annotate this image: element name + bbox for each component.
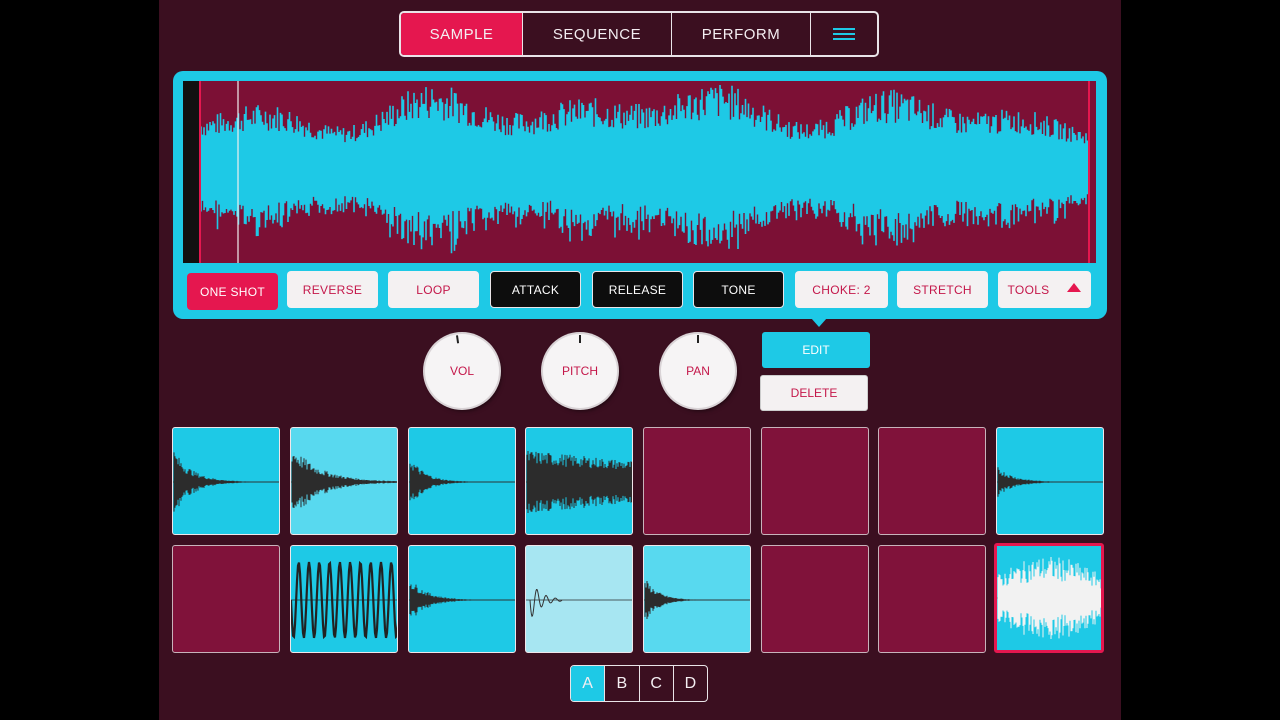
pad-16-selected[interactable] bbox=[994, 543, 1104, 653]
loop-button[interactable]: LOOP bbox=[388, 271, 479, 308]
pad-10[interactable] bbox=[290, 545, 398, 653]
pad-6[interactable] bbox=[761, 427, 869, 535]
waveform-graphic bbox=[183, 81, 1090, 263]
menu-button[interactable] bbox=[811, 13, 877, 55]
knob-indicator bbox=[455, 335, 460, 344]
pad-waveform bbox=[526, 451, 632, 513]
tone-button[interactable]: TONE bbox=[693, 271, 784, 308]
tools-button[interactable]: TOOLS bbox=[998, 271, 1091, 308]
stretch-button[interactable]: STRETCH bbox=[897, 271, 988, 308]
edit-button[interactable]: EDIT bbox=[762, 332, 870, 368]
pad-12[interactable] bbox=[525, 545, 633, 653]
pad-4[interactable] bbox=[525, 427, 633, 535]
pad-waveform bbox=[997, 557, 1101, 639]
pad-3[interactable] bbox=[408, 427, 516, 535]
pad-5[interactable] bbox=[643, 427, 751, 535]
waveform-path bbox=[200, 85, 1089, 254]
knob-indicator bbox=[579, 335, 581, 343]
triangle-up-icon bbox=[1067, 283, 1082, 292]
pad-13[interactable] bbox=[643, 545, 751, 653]
pad-1[interactable] bbox=[172, 427, 280, 535]
tab-sample[interactable]: SAMPLE bbox=[401, 13, 523, 55]
app-window: SAMPLE SEQUENCE PERFORM ONE SHOT REVERSE… bbox=[159, 0, 1121, 720]
one-shot-button[interactable]: ONE SHOT bbox=[187, 273, 278, 310]
knob-label-pitch: PITCH bbox=[562, 364, 598, 378]
pad-waveform bbox=[529, 589, 563, 618]
pad-waveform bbox=[409, 584, 515, 616]
pan-knob[interactable]: PAN bbox=[661, 334, 735, 408]
pad-7[interactable] bbox=[878, 427, 986, 535]
trim-start-marker bbox=[199, 81, 201, 263]
release-button[interactable]: RELEASE bbox=[592, 271, 683, 308]
knob-label-vol: VOL bbox=[449, 364, 474, 378]
tools-label: TOOLS bbox=[1007, 282, 1050, 297]
popover-arrow bbox=[811, 318, 827, 327]
pad-9[interactable] bbox=[172, 545, 280, 653]
pad-waveform bbox=[173, 452, 279, 512]
pad-bank-selector: A B C D bbox=[570, 665, 708, 702]
hamburger-menu-icon bbox=[833, 25, 855, 43]
delete-button[interactable]: DELETE bbox=[760, 375, 868, 411]
pad-waveform bbox=[409, 463, 515, 501]
volume-knob[interactable]: VOL bbox=[425, 334, 499, 408]
knob-indicator bbox=[697, 335, 699, 343]
tab-sequence[interactable]: SEQUENCE bbox=[523, 13, 672, 55]
sample-waveform[interactable] bbox=[183, 81, 1096, 263]
bank-c-button[interactable]: C bbox=[640, 666, 674, 701]
mode-tab-bar: SAMPLE SEQUENCE PERFORM bbox=[399, 11, 879, 57]
pad-waveform bbox=[644, 581, 750, 619]
pad-waveform bbox=[997, 467, 1103, 497]
pad-8[interactable] bbox=[996, 427, 1104, 535]
pad-waveform bbox=[291, 456, 397, 508]
trim-start-region bbox=[183, 81, 199, 263]
pad-15[interactable] bbox=[878, 545, 986, 653]
pad-2[interactable] bbox=[290, 427, 398, 535]
pitch-knob[interactable]: PITCH bbox=[543, 334, 617, 408]
knob-label-pan: PAN bbox=[686, 364, 710, 378]
attack-button[interactable]: ATTACK bbox=[490, 271, 581, 308]
pad-14[interactable] bbox=[761, 545, 869, 653]
pad-11[interactable] bbox=[408, 545, 516, 653]
bank-d-button[interactable]: D bbox=[674, 666, 707, 701]
bank-b-button[interactable]: B bbox=[605, 666, 640, 701]
bank-a-button[interactable]: A bbox=[571, 666, 606, 701]
tab-perform[interactable]: PERFORM bbox=[672, 13, 811, 55]
choke-button[interactable]: CHOKE: 2 bbox=[795, 271, 888, 308]
reverse-button[interactable]: REVERSE bbox=[287, 271, 378, 308]
trim-end-marker bbox=[1088, 81, 1090, 263]
